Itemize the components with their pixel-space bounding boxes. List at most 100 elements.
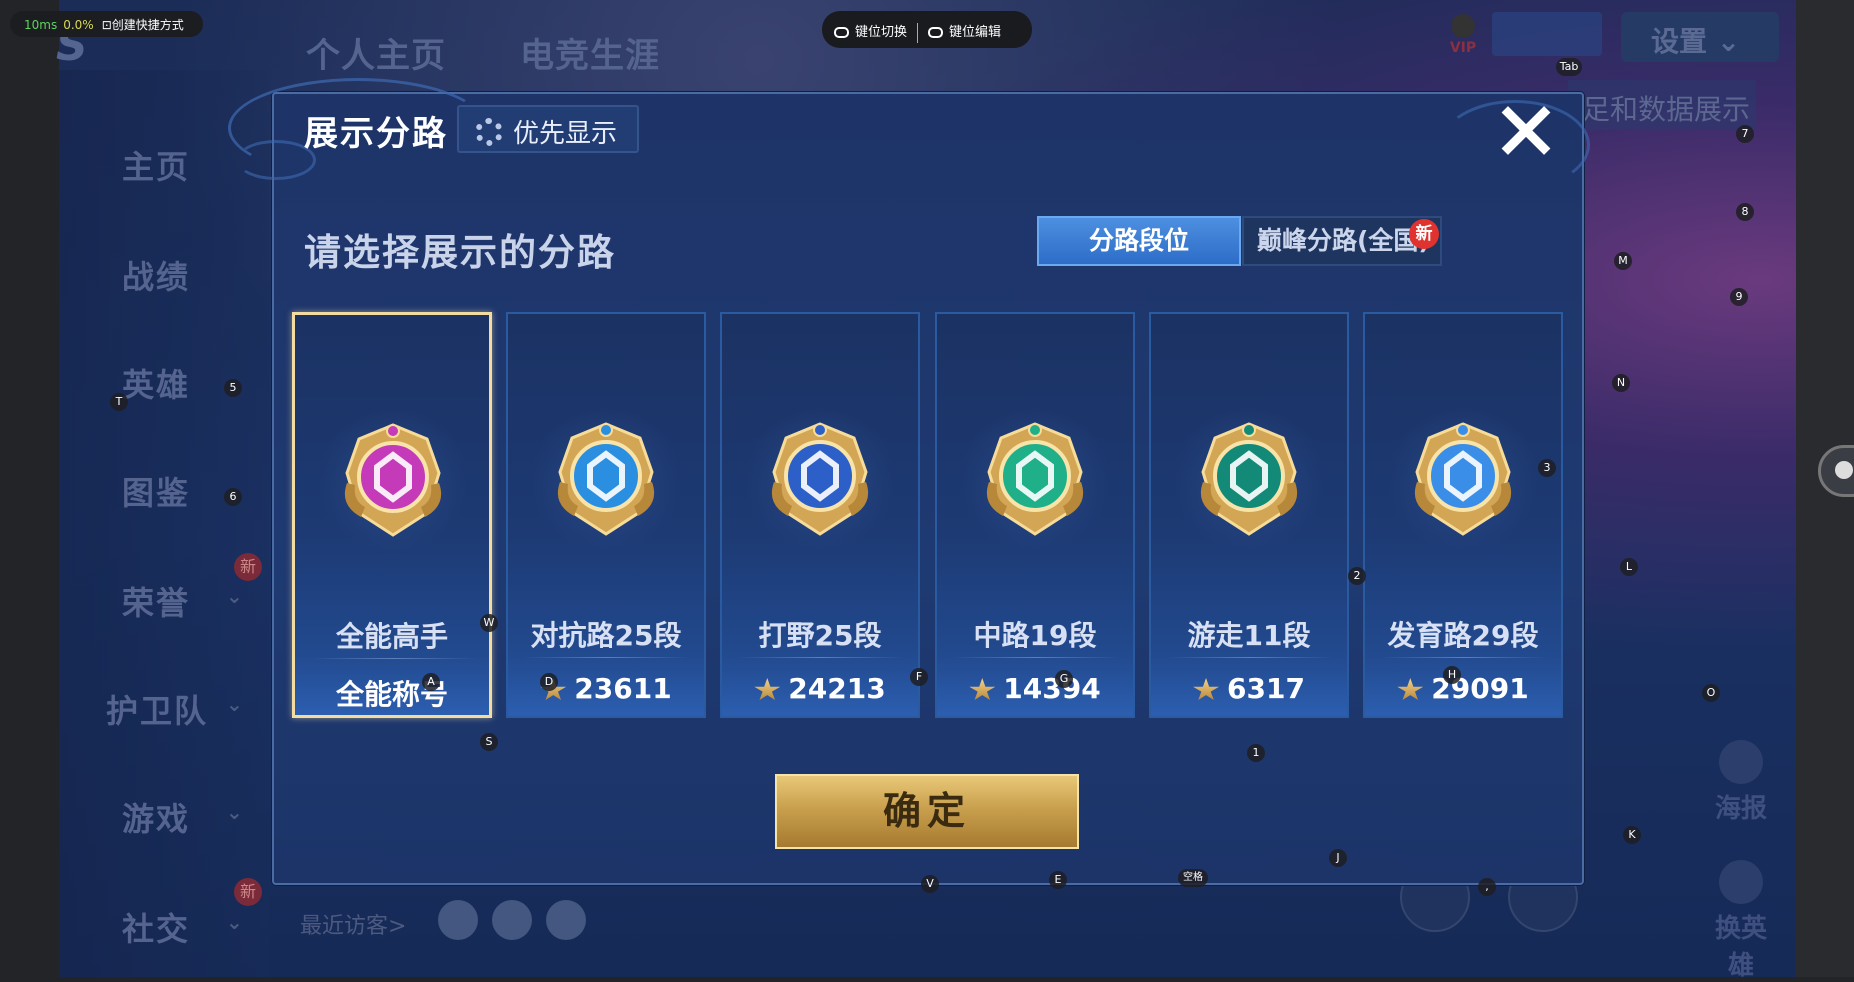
new-badge: 新 — [234, 553, 262, 581]
lane-score-value: 24213 — [788, 672, 886, 705]
key-hint-w: W — [480, 614, 498, 632]
jungle-emblem-icon — [771, 422, 869, 536]
points-icon — [1193, 678, 1220, 700]
lane-name: 全能高手 — [335, 620, 448, 653]
sidebar-item-game[interactable]: 游戏 ⌄ — [122, 794, 243, 840]
lane-name: 游走11段 — [1187, 619, 1311, 652]
key-hint-g: G — [1055, 670, 1073, 688]
lane-score: 24213 — [722, 672, 918, 705]
key-hint-7: 7 — [1736, 125, 1754, 143]
avatar[interactable] — [492, 900, 532, 940]
lane-name: 中路19段 — [973, 619, 1097, 652]
cpu-value: 0.0% — [63, 18, 94, 32]
tab-esports-career[interactable]: 电竞生涯 — [520, 28, 660, 77]
divider — [1381, 657, 1547, 658]
new-badge: 新 — [1409, 219, 1439, 249]
sidebar-item-guard[interactable]: 护卫队 ⌄ — [106, 686, 243, 732]
lane-card[interactable]: 对抗路25段 23611 — [506, 312, 706, 718]
lane-card[interactable]: 游走11段 6317 — [1149, 312, 1349, 718]
mid-lane-emblem-icon — [986, 422, 1084, 536]
priority-display-button[interactable]: 优先显示 — [457, 105, 639, 153]
gamepad-icon — [928, 27, 944, 38]
key-hint-5: 5 — [224, 379, 242, 397]
sidebar-item-label: 护卫队 — [106, 692, 209, 730]
avatar[interactable] — [546, 900, 586, 940]
sidebar-item-home[interactable]: 主页 — [122, 142, 190, 188]
lane-score-value: 23611 — [574, 672, 672, 705]
lane-score: 全能称号 — [295, 673, 489, 713]
gear-icon — [475, 118, 503, 146]
points-icon — [1397, 678, 1424, 700]
key-hint-d: D — [540, 673, 558, 691]
key-hint-8: 8 — [1736, 203, 1754, 221]
top-lane-emblem-icon — [557, 422, 655, 536]
lane-name: 对抗路25段 — [530, 619, 682, 652]
lane-name: 打野25段 — [758, 619, 882, 652]
gamepad-icon — [834, 27, 849, 38]
divider — [1167, 657, 1333, 658]
key-hint-tab: Tab — [1556, 58, 1582, 76]
lane-card[interactable]: 发育路29段 29091 — [1363, 312, 1563, 718]
key-hint-1: 1 — [1247, 744, 1265, 762]
sidebar-item-heroes[interactable]: 英雄 — [122, 360, 190, 406]
lane-score-value: 6317 — [1227, 672, 1305, 705]
latency-value: 10ms — [24, 18, 58, 32]
settings-button[interactable]: 设置 ⌄ — [1621, 12, 1779, 62]
sidebar-item-label: 图鉴 — [122, 474, 191, 512]
divider — [953, 657, 1119, 658]
avatar[interactable] — [438, 900, 478, 940]
key-hint-3: 3 — [1538, 459, 1556, 477]
poster-button[interactable]: 海报 — [1706, 740, 1776, 825]
hero-icon — [1719, 860, 1763, 904]
divider — [311, 658, 477, 659]
divider — [917, 22, 919, 43]
performance-overlay: 10ms 0.0% ⊡创建快捷方式 — [10, 11, 203, 37]
data-display-label: 足和数据展示 — [1582, 93, 1751, 126]
key-hint-t: T — [110, 393, 128, 411]
poster-label: 海报 — [1714, 794, 1767, 824]
chevron-down-icon: ⌄ — [1716, 25, 1741, 58]
key-hint-2: 2 — [1348, 567, 1366, 585]
sidebar-item-social[interactable]: 社交 ⌄ — [122, 904, 243, 950]
divider — [524, 657, 690, 658]
confirm-button[interactable]: 确定 — [775, 774, 1079, 849]
lane-score: 23611 — [508, 672, 704, 705]
lane-score: 14394 — [937, 672, 1133, 705]
farm-lane-emblem-icon — [1414, 422, 1512, 536]
settings-label: 设置 — [1651, 25, 1708, 58]
recent-visitors-link[interactable]: 最近访客> — [300, 908, 406, 940]
create-shortcut-link[interactable]: 创建快捷方式 — [112, 18, 184, 32]
key-hint-comma: , — [1478, 878, 1496, 896]
lane-card[interactable]: 全能高手 全能称号 — [292, 312, 492, 718]
sidebar-item-honor[interactable]: 荣誉 ⌄ — [122, 578, 243, 624]
key-hint-9: 9 — [1730, 288, 1748, 306]
key-switch-button[interactable]: 键位切换 — [855, 25, 907, 40]
switch-hero-button[interactable]: 换英雄 — [1706, 860, 1776, 982]
lane-name: 发育路29段 — [1387, 619, 1539, 652]
key-edit-button[interactable]: 键位编辑 — [949, 25, 1001, 40]
lane-card[interactable]: 打野25段 24213 — [720, 312, 920, 718]
close-icon[interactable] — [1498, 103, 1554, 159]
sidebar-item-record[interactable]: 战绩 — [122, 252, 190, 298]
roam-emblem-icon — [1200, 422, 1298, 536]
lane-card[interactable]: 中路19段 14394 — [935, 312, 1135, 718]
sidebar-item-label: 游戏 — [122, 800, 191, 838]
key-hint-n: N — [1612, 374, 1630, 392]
poster-icon — [1719, 740, 1763, 784]
points-icon — [754, 678, 781, 700]
points-icon — [969, 678, 996, 700]
tab-lane-rank[interactable]: 分路段位 — [1037, 216, 1241, 266]
lane-score-value: 14394 — [1003, 672, 1101, 705]
key-hint-space: 空格 — [1178, 869, 1208, 887]
sidebar-item-codex[interactable]: 图鉴 — [122, 468, 190, 514]
lane-score: 29091 — [1365, 672, 1561, 705]
key-hint-l: L — [1620, 558, 1638, 576]
tab-personal-home[interactable]: 个人主页 — [306, 28, 446, 77]
vip-badge: VIP — [1438, 12, 1488, 58]
chevron-down-icon: ⌄ — [226, 584, 245, 608]
lane-score: 6317 — [1151, 672, 1347, 705]
dialog-subtitle: 请选择展示的分路 — [304, 231, 616, 274]
key-hint-f: F — [910, 668, 928, 686]
switch-hero-label: 换英雄 — [1714, 914, 1767, 981]
sidebar-item-label: 主页 — [122, 148, 191, 186]
